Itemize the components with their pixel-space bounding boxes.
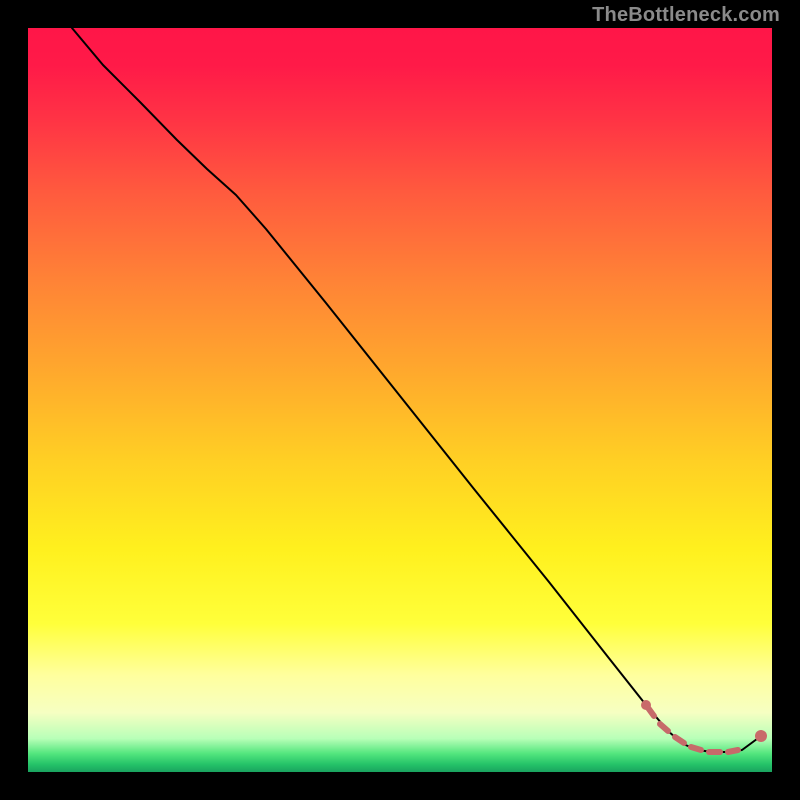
- dash-seg: [691, 747, 701, 750]
- main-curve: [72, 28, 761, 752]
- curve-series: [72, 28, 761, 752]
- highlight-series: [641, 700, 767, 752]
- chart-overlay: [28, 28, 772, 772]
- dash-seg: [675, 737, 684, 743]
- dash-seg: [660, 724, 668, 731]
- highlight-marker: [641, 700, 651, 710]
- dash-seg: [728, 750, 738, 752]
- watermark-text: TheBottleneck.com: [592, 4, 780, 27]
- highlight-marker: [755, 730, 767, 742]
- chart-container: TheBottleneck.com: [0, 0, 800, 800]
